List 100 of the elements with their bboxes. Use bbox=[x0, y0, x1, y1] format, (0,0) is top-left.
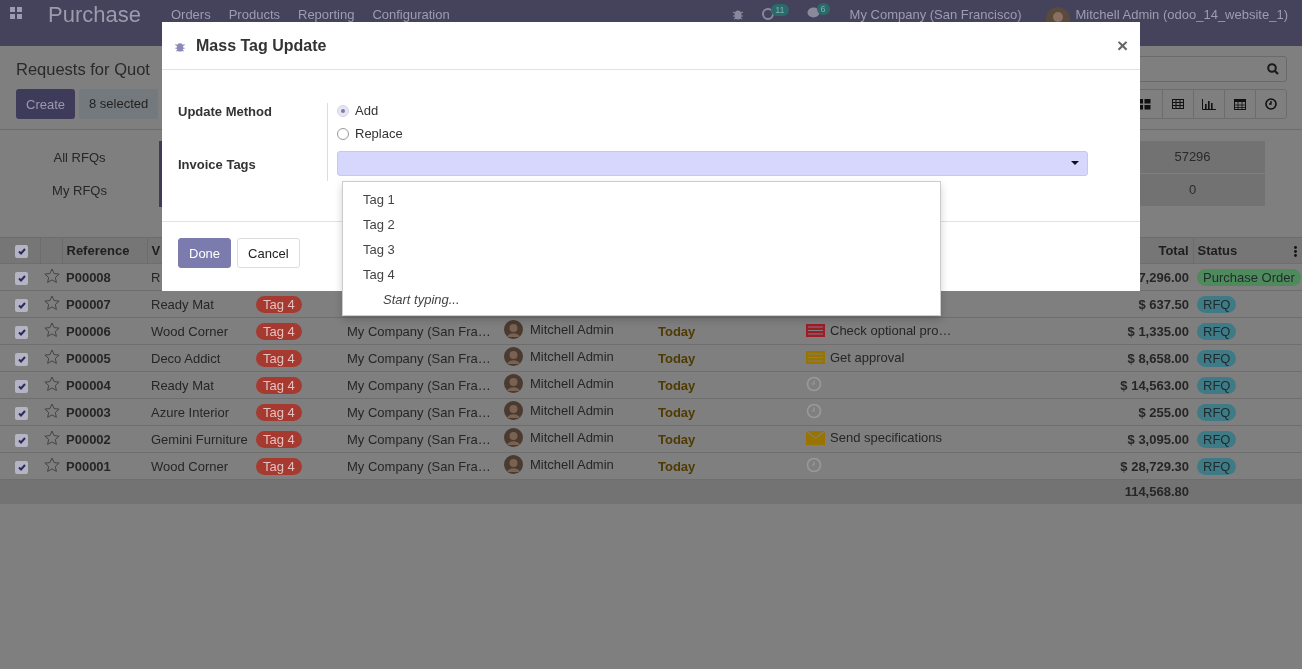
star-icon[interactable] bbox=[44, 348, 60, 365]
star-icon[interactable] bbox=[44, 321, 60, 338]
star-icon[interactable] bbox=[44, 429, 60, 446]
total-cell: $ 8,658.00 bbox=[1127, 350, 1189, 366]
dropdown-option[interactable]: Tag 2 bbox=[343, 212, 395, 237]
breadcrumb-title: Requests for Quot bbox=[16, 59, 150, 79]
selection-counter: 8 selected bbox=[79, 89, 159, 119]
row-checkbox[interactable] bbox=[15, 433, 28, 447]
deadline-cell: Today bbox=[658, 377, 696, 393]
status-badge: RFQ bbox=[1197, 322, 1237, 340]
deadline-cell: Today bbox=[658, 323, 696, 339]
row-checkbox[interactable] bbox=[15, 460, 28, 474]
deadline-cell: Today bbox=[658, 431, 696, 447]
salesperson-cell: Mitchell Admin bbox=[530, 349, 614, 364]
sum-total: 114,568.80 bbox=[1124, 484, 1189, 500]
tag-badge: Tag 4 bbox=[256, 349, 302, 367]
salesperson-cell: Mitchell Admin bbox=[530, 457, 614, 472]
chat-icon[interactable] bbox=[806, 7, 820, 19]
dropdown-option[interactable]: Tag 3 bbox=[343, 237, 395, 262]
column-header[interactable]: Total bbox=[1158, 243, 1189, 258]
vendor-cell: Wood Corner bbox=[151, 458, 229, 474]
reference-cell: P00004 bbox=[66, 377, 111, 393]
tag-badge: Tag 4 bbox=[256, 295, 302, 313]
status-badge: RFQ bbox=[1197, 295, 1237, 313]
status-badge: Purchase Order bbox=[1197, 268, 1301, 286]
dashboard-label[interactable]: All RFQs bbox=[0, 150, 159, 165]
reference-cell: P00006 bbox=[66, 323, 111, 339]
deadline-cell: Today bbox=[658, 404, 696, 420]
field-label: Update Method bbox=[178, 103, 328, 151]
total-cell: $ 1,335.00 bbox=[1127, 323, 1189, 339]
apps-menu-icon[interactable] bbox=[10, 7, 22, 19]
row-checkbox[interactable] bbox=[15, 406, 28, 420]
vendor-cell: Ready Mat bbox=[151, 377, 214, 393]
activity-icon[interactable] bbox=[762, 7, 775, 20]
deadline-cell: Today bbox=[658, 350, 696, 366]
salesperson-cell: Mitchell Admin bbox=[530, 322, 614, 337]
row-checkbox[interactable] bbox=[15, 298, 28, 312]
menu-item[interactable]: Configuration bbox=[372, 7, 450, 22]
task-list-icon[interactable] bbox=[806, 323, 825, 337]
user-menu[interactable]: Mitchell Admin (odoo_14_website_1) bbox=[1075, 7, 1288, 22]
tag-badge: Tag 4 bbox=[256, 376, 302, 394]
deadline-cell: Today bbox=[658, 458, 696, 474]
star-icon[interactable] bbox=[44, 294, 60, 311]
tag-badge: Tag 4 bbox=[256, 322, 302, 340]
clock-icon bbox=[1265, 98, 1277, 110]
tag-badge: Tag 4 bbox=[256, 430, 302, 448]
cancel-button[interactable]: Cancel bbox=[237, 238, 300, 268]
total-cell: $ 14,563.00 bbox=[1120, 377, 1189, 393]
status-badge: RFQ bbox=[1197, 403, 1237, 421]
select-all-checkbox[interactable] bbox=[15, 245, 28, 259]
vendor-cell: Azure Interior bbox=[151, 404, 230, 420]
menu-item[interactable]: Reporting bbox=[298, 7, 355, 22]
column-header[interactable]: Status bbox=[1197, 243, 1238, 258]
dropdown-hint: Start typing... bbox=[382, 291, 460, 309]
row-checkbox[interactable] bbox=[15, 352, 28, 366]
column-options-icon[interactable] bbox=[1293, 246, 1297, 257]
status-badge: RFQ bbox=[1197, 376, 1237, 394]
column-header[interactable]: V bbox=[151, 243, 161, 258]
dashboard-label[interactable]: My RFQs bbox=[0, 183, 159, 198]
close-button[interactable]: × bbox=[1116, 34, 1128, 57]
company-switcher[interactable]: My Company (San Francisco) bbox=[849, 7, 1022, 22]
star-icon[interactable] bbox=[44, 456, 60, 473]
row-checkbox[interactable] bbox=[15, 325, 28, 339]
company-cell: My Company (San Fra… bbox=[347, 323, 491, 339]
column-header[interactable]: Reference bbox=[66, 243, 130, 258]
app-name[interactable]: Purchase bbox=[48, 2, 141, 28]
avatar bbox=[504, 401, 523, 420]
menu-item[interactable]: Products bbox=[228, 7, 280, 22]
radio-label[interactable]: Replace bbox=[355, 126, 403, 141]
row-checkbox[interactable] bbox=[15, 379, 28, 393]
avatar bbox=[504, 347, 523, 366]
total-cell: $ 255.00 bbox=[1138, 404, 1189, 420]
reference-cell: P00001 bbox=[66, 458, 111, 474]
salesperson-cell: Mitchell Admin bbox=[530, 403, 614, 418]
field-label: Invoice Tags bbox=[178, 150, 328, 181]
company-cell: My Company (San Fra… bbox=[347, 350, 491, 366]
avatar bbox=[504, 374, 523, 393]
star-icon[interactable] bbox=[44, 402, 60, 419]
search-icon[interactable] bbox=[1267, 63, 1279, 75]
vendor-cell: Ready Mat bbox=[151, 296, 214, 312]
star-icon[interactable] bbox=[44, 267, 60, 284]
activity-summary: Get approval bbox=[830, 349, 905, 365]
avatar bbox=[504, 455, 523, 474]
create-button[interactable]: Create bbox=[16, 89, 76, 119]
dropdown-option[interactable]: Tag 4 bbox=[343, 262, 395, 287]
star-icon[interactable] bbox=[44, 375, 60, 392]
tag-badge: Tag 4 bbox=[256, 457, 302, 475]
caret-icon bbox=[1071, 161, 1079, 165]
status-badge: RFQ bbox=[1197, 430, 1237, 448]
total-cell: $ 28,729.30 bbox=[1120, 458, 1189, 474]
radio-label[interactable]: Add bbox=[355, 103, 379, 118]
avatar bbox=[504, 320, 523, 339]
row-checkbox[interactable] bbox=[15, 271, 28, 285]
done-button[interactable]: Done bbox=[178, 238, 232, 268]
radio-button[interactable] bbox=[337, 104, 349, 117]
salesperson-cell: Mitchell Admin bbox=[530, 376, 614, 391]
tags-select-field[interactable] bbox=[337, 150, 1088, 176]
menu-item[interactable]: Orders bbox=[170, 7, 211, 22]
total-cell: 7,296.00 bbox=[1138, 269, 1189, 285]
dropdown-option[interactable]: Tag 1 bbox=[343, 187, 395, 212]
